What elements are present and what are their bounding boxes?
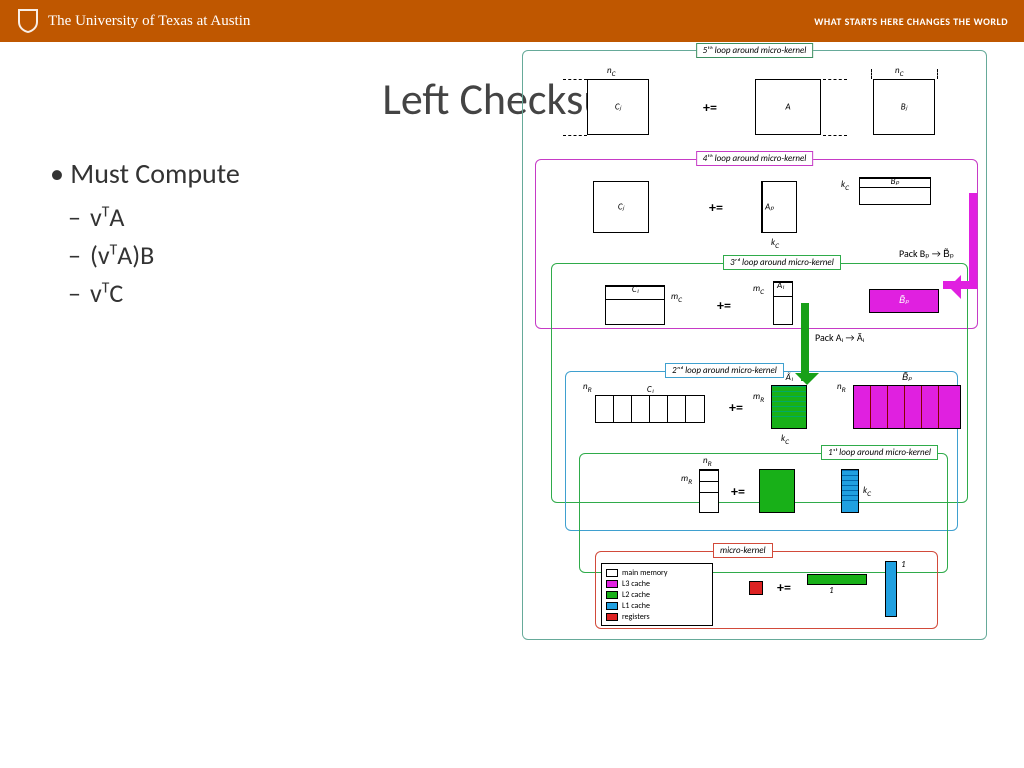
gemm-loop-diagram: 5ᵗʰ loop around micro-kernel 4ᵗʰ loop ar… xyxy=(522,50,987,640)
tagline: WHAT STARTS HERE CHANGES THE WORLD xyxy=(814,15,1008,28)
matrix-atilde: Ãᵢ xyxy=(771,385,807,429)
matrix-btilde: B̃ₚ xyxy=(869,289,939,313)
matrix-a-micro xyxy=(759,469,795,513)
loop3-label: 3ʳᵈ loop around micro-kernel xyxy=(723,255,841,270)
pack-bp-arrow xyxy=(523,51,547,59)
matrix-bp: Bₚ xyxy=(859,177,931,205)
sub-item: (vTA)B xyxy=(90,239,482,271)
sub-item: vTC xyxy=(90,277,482,309)
plus-eq: += xyxy=(703,99,717,116)
matrix-ci: Cᵢ xyxy=(605,285,665,325)
matrix-ci-strips: Cᵢ xyxy=(595,395,705,423)
loop1-label: 1ˢᵗ loop around micro-kernel xyxy=(821,445,938,460)
ut-shield-icon xyxy=(16,7,40,35)
matrix-ap: Aₚ xyxy=(761,181,797,233)
matrix-ai: Aᵢ xyxy=(773,281,793,325)
matrix-a: A xyxy=(755,79,821,135)
loop5-label: 5ᵗʰ loop around micro-kernel xyxy=(696,43,814,58)
pack-ai-label: Pack Aᵢ → Ãᵢ xyxy=(815,331,864,344)
pack-ai-arrow xyxy=(801,303,809,381)
pack-bp-label: Pack Bₚ → B̃ₚ xyxy=(899,247,954,260)
cache-legend: main memory L3 cache L2 cache L1 cache r… xyxy=(601,563,713,626)
dim-nc: nC xyxy=(607,65,616,79)
register-block xyxy=(749,581,763,595)
b-col-vec xyxy=(885,561,897,617)
loop4-label: 4ᵗʰ loop around micro-kernel xyxy=(696,151,814,166)
matrix-c-micro xyxy=(699,469,719,513)
header-bar: The University of Texas at Austin WHAT S… xyxy=(0,0,1024,42)
a-row-vec xyxy=(807,574,867,585)
matrix-btilde-strips: B̃ₚ xyxy=(853,385,961,429)
matrix-bj: Bⱼ xyxy=(873,79,935,135)
bullet-main: • Must Compute xyxy=(50,156,482,191)
loop2-label: 2ⁿᵈ loop around micro-kernel xyxy=(665,363,784,378)
sub-item: vTA xyxy=(90,201,482,233)
matrix-cj2: Cⱼ xyxy=(593,181,649,233)
matrix-cj: Cⱼ xyxy=(587,79,649,135)
matrix-b-micro xyxy=(841,469,859,513)
mk-label: micro-kernel xyxy=(713,543,773,558)
dim-nc: nC xyxy=(895,65,904,79)
university-name: The University of Texas at Austin xyxy=(48,13,250,30)
